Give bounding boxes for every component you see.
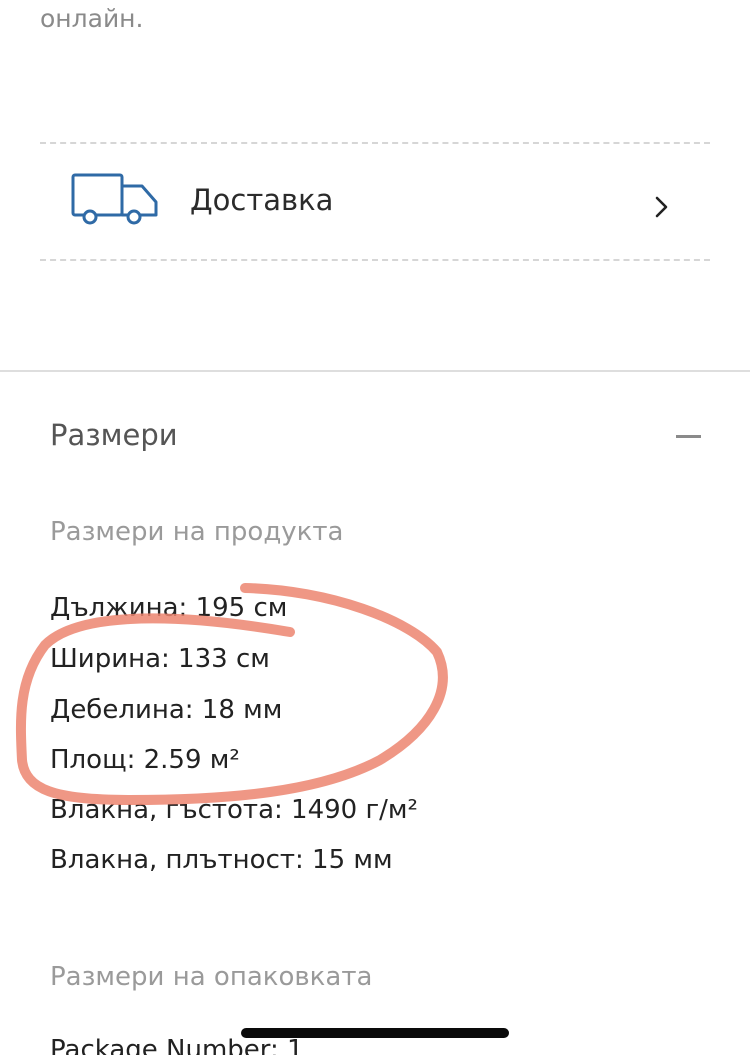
delivery-label: Доставка bbox=[190, 183, 334, 217]
truck-icon bbox=[71, 173, 158, 225]
intro-text-tail: онлайн. bbox=[40, 4, 144, 33]
spec-thickness: Дебелина: 18 мм bbox=[50, 695, 283, 725]
chevron-right-icon bbox=[655, 196, 668, 218]
home-indicator[interactable] bbox=[241, 1028, 509, 1038]
package-dimensions-heading: Размери на опаковката bbox=[50, 962, 373, 992]
minus-icon[interactable] bbox=[676, 435, 701, 438]
section-title: Размери bbox=[50, 418, 178, 452]
spec-width: Ширина: 133 см bbox=[50, 644, 270, 674]
delivery-bottom-divider bbox=[40, 259, 710, 261]
spec-fiber-thickness: Влакна, плътност: 15 мм bbox=[50, 845, 393, 875]
delivery-top-divider bbox=[40, 142, 710, 144]
section-divider bbox=[0, 370, 750, 372]
spec-area: Площ: 2.59 м² bbox=[50, 745, 240, 775]
dimensions-section-header[interactable]: Размери bbox=[0, 410, 750, 470]
spec-length: Дължина: 195 см bbox=[50, 593, 288, 623]
product-details-page: онлайн. Доставка Размери Размери на прод… bbox=[0, 0, 750, 1055]
spec-package-number: Package Number: 1 bbox=[50, 1035, 304, 1055]
product-dimensions-heading: Размери на продукта bbox=[50, 517, 344, 547]
spec-fiber-density: Влакна, гъстота: 1490 г/м² bbox=[50, 795, 418, 825]
delivery-row[interactable]: Доставка bbox=[40, 145, 710, 259]
